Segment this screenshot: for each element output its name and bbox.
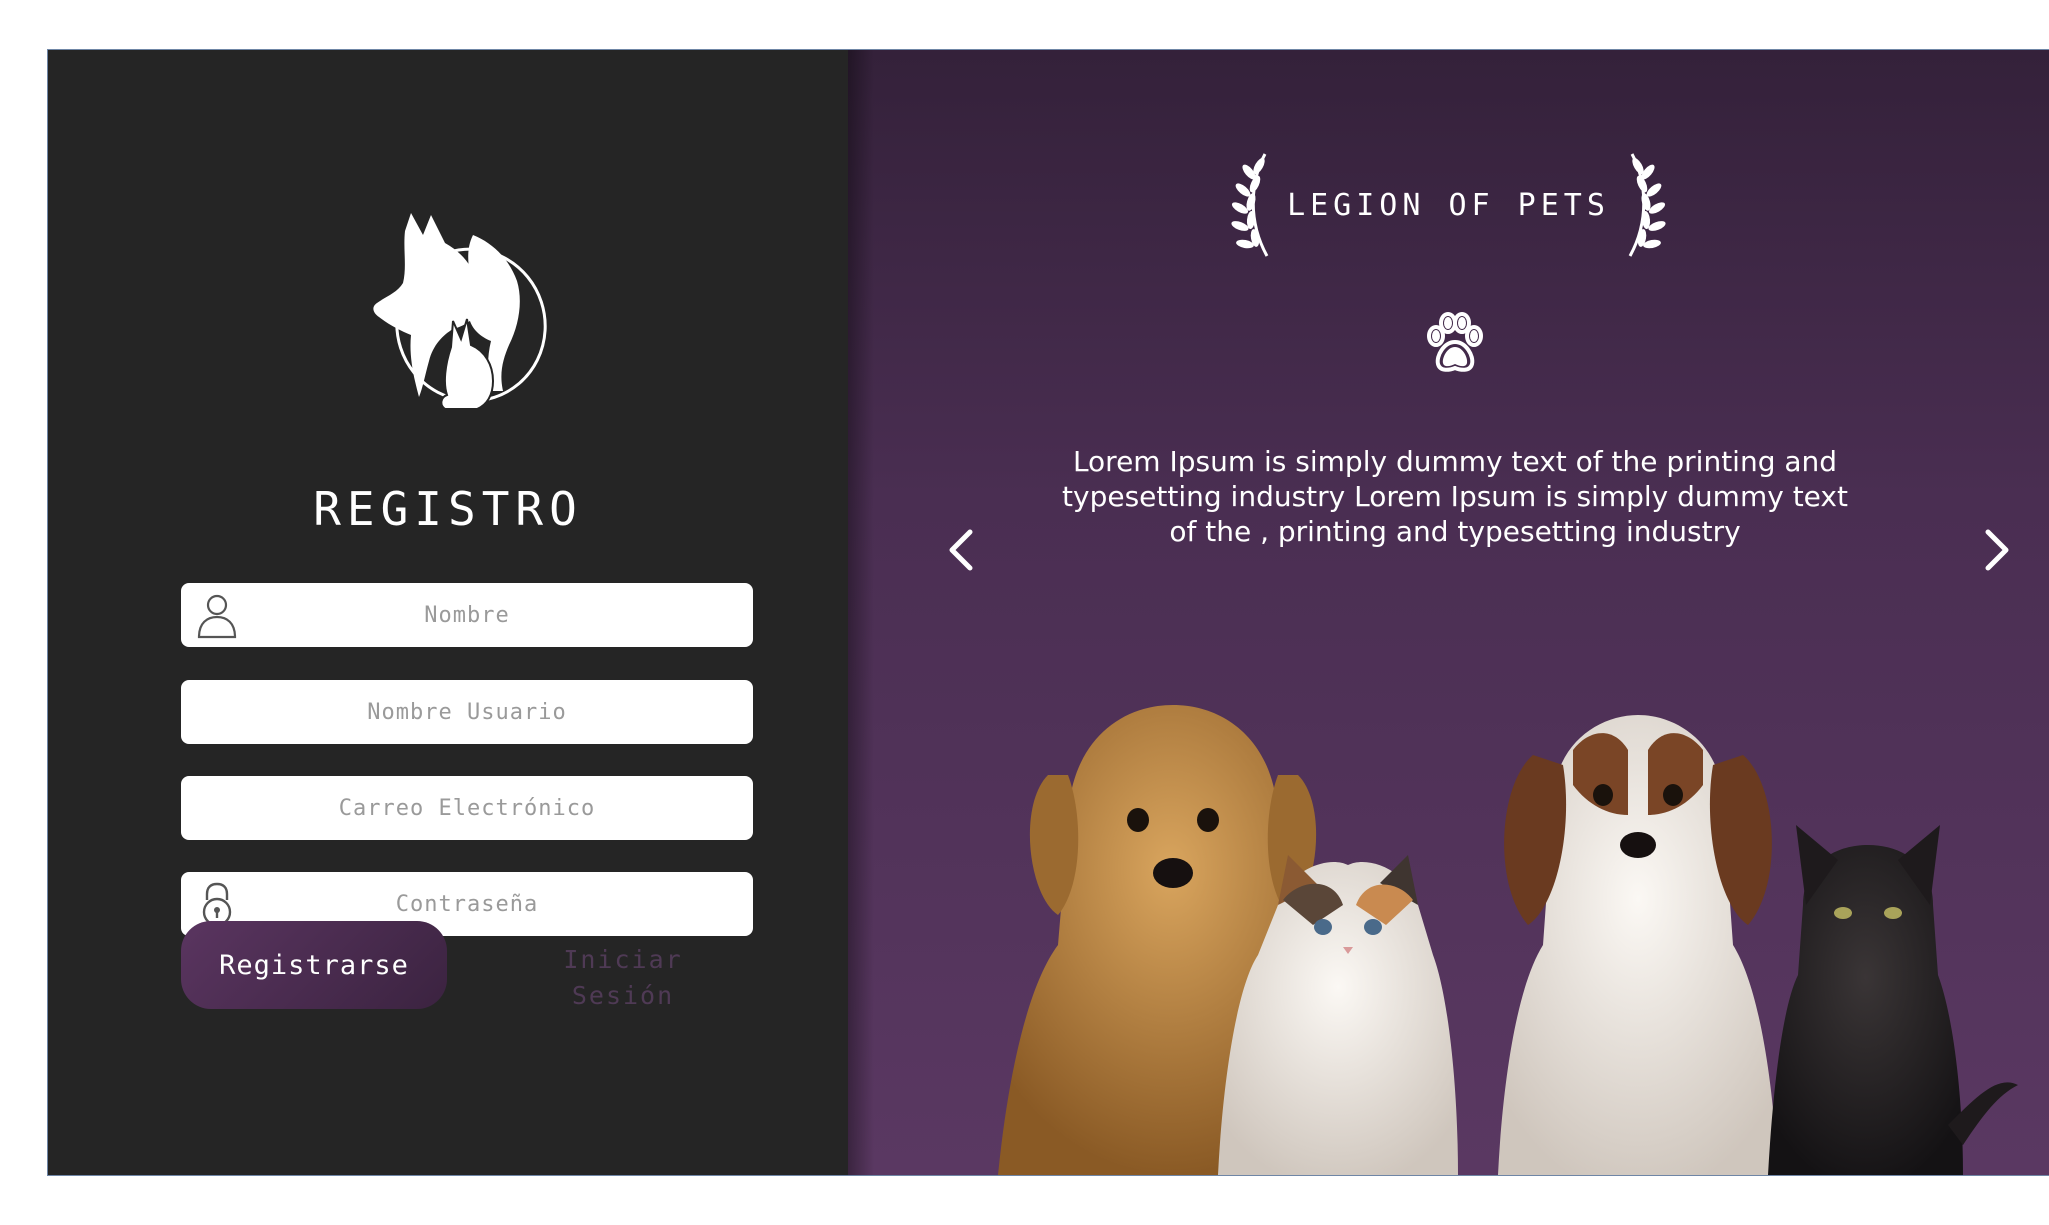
email-input[interactable]	[181, 775, 753, 841]
brand-header: LEGION OF PETS	[848, 150, 2049, 264]
register-button[interactable]: Registrarse	[181, 921, 447, 1009]
username-input[interactable]	[181, 679, 753, 745]
laurel-right-icon	[1628, 153, 1666, 257]
app-frame: REGISTRO Registrarse Iniciar	[47, 49, 2049, 1176]
carousel-description: Lorem Ipsum is simply dummy text of the …	[1062, 445, 1848, 548]
showcase-panel: LEGION OF PETS Lorem Ipsum is simply dum…	[848, 50, 2049, 1175]
login-link-line1: Iniciar	[563, 945, 683, 974]
black-kitten	[1768, 825, 2018, 1175]
spaniel-puppy	[1498, 715, 1778, 1175]
paw-icon	[1427, 312, 1483, 372]
register-panel: REGISTRO Registrarse Iniciar	[48, 50, 848, 1175]
name-input[interactable]	[181, 582, 753, 648]
name-field-container	[181, 582, 753, 648]
login-link[interactable]: Iniciar Sesión	[548, 942, 698, 1014]
login-link-line2: Sesión	[571, 981, 675, 1010]
user-icon	[197, 594, 237, 639]
pets-logo-icon	[373, 213, 547, 410]
username-field-container	[181, 679, 753, 745]
page-title: REGISTRO	[313, 482, 583, 536]
laurel-left-icon	[1231, 153, 1269, 257]
chevron-right-icon[interactable]	[1978, 526, 2014, 574]
chevron-left-icon[interactable]	[944, 526, 980, 574]
dogs-and-cats-photo	[998, 705, 2018, 1175]
email-field-container	[181, 775, 753, 841]
brand-name: LEGION OF PETS	[1287, 187, 1610, 223]
